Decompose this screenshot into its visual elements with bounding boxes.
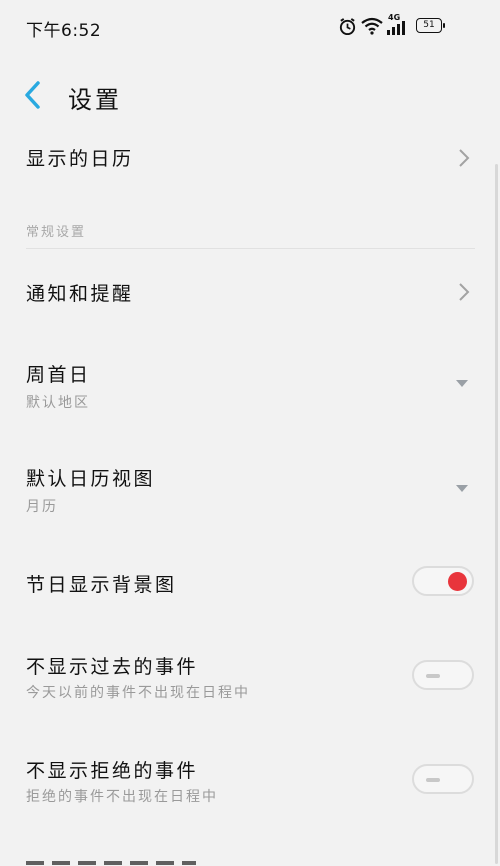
week-start-value: 默认地区 [26, 395, 90, 411]
default-view-row[interactable]: 默认日历视图 月历 [0, 452, 500, 524]
toggle-knob [426, 674, 440, 678]
hide-past-events-toggle[interactable] [412, 660, 474, 690]
app-header: 设置 [0, 70, 500, 120]
notifications-row[interactable]: 通知和提醒 [0, 266, 500, 322]
calendars-title: 显示的日历 [26, 148, 134, 170]
wifi-icon [361, 17, 383, 35]
section-header-general: 常规设置 [26, 225, 87, 240]
default-view-title: 默认日历视图 [26, 468, 156, 490]
battery-icon: 51 [416, 18, 445, 33]
notifications-title: 通知和提醒 [26, 283, 134, 305]
holiday-background-row: 节日显示背景图 [0, 556, 500, 612]
chevron-right-icon [459, 283, 470, 301]
hide-declined-events-toggle[interactable] [412, 764, 474, 794]
holiday-background-title: 节日显示背景图 [26, 574, 177, 596]
scrollbar[interactable] [495, 164, 498, 864]
holiday-background-toggle[interactable] [412, 566, 474, 596]
dropdown-caret-icon [456, 380, 468, 387]
hide-past-events-row: 不显示过去的事件 今天以前的事件不出现在日程中 [0, 640, 500, 712]
chevron-right-icon [459, 149, 470, 167]
status-time: 下午6:52 [26, 21, 102, 41]
default-view-value: 月历 [26, 499, 58, 515]
status-bar: 下午6:52 4G 51 [0, 0, 500, 54]
alarm-icon [339, 18, 356, 36]
dropdown-caret-icon [456, 485, 468, 492]
toggle-knob [426, 778, 440, 782]
divider [26, 248, 475, 249]
page-title: 设置 [68, 86, 122, 114]
calendars-row[interactable]: 显示的日历 [0, 130, 500, 186]
hide-declined-events-title: 不显示拒绝的事件 [26, 760, 199, 782]
back-arrow-icon[interactable] [22, 80, 44, 110]
week-start-title: 周首日 [26, 364, 91, 386]
hide-past-events-description: 今天以前的事件不出现在日程中 [26, 685, 250, 701]
next-row-partial [26, 856, 206, 866]
hide-declined-events-description: 拒绝的事件不出现在日程中 [26, 789, 218, 805]
toggle-knob [448, 572, 467, 591]
week-start-row[interactable]: 周首日 默认地区 [0, 348, 500, 420]
battery-level: 51 [423, 20, 435, 30]
hide-declined-events-row: 不显示拒绝的事件 拒绝的事件不出现在日程中 [0, 744, 500, 816]
signal-icon [387, 21, 405, 35]
hide-past-events-title: 不显示过去的事件 [26, 656, 199, 678]
